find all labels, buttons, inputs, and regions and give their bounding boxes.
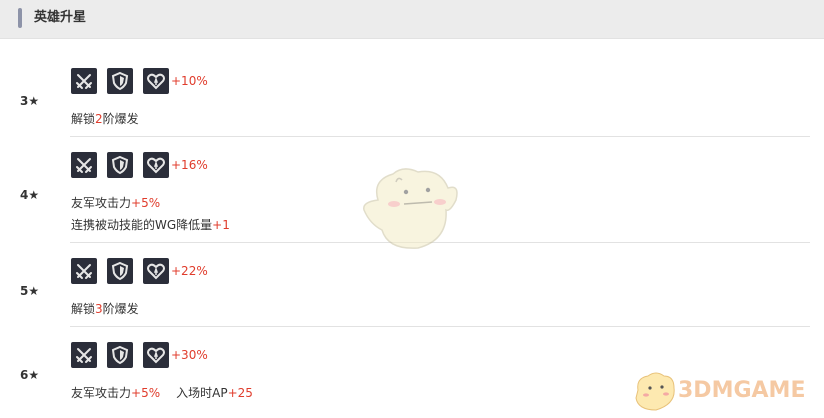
- watermark-mascot-icon: [635, 372, 675, 411]
- shield-icon: [107, 152, 133, 178]
- heart-icon: [143, 152, 169, 178]
- heart-icon: [143, 342, 169, 368]
- star-level-label: 3★: [20, 94, 40, 108]
- crossed-swords-icon: [71, 258, 97, 284]
- section-header: 英雄升星: [0, 0, 824, 39]
- star-level-label: 5★: [20, 284, 40, 298]
- description-line: 连携被动技能的WG降低量+1: [71, 218, 230, 232]
- stat-bonus: +30%: [171, 348, 208, 362]
- stat-bonus: +16%: [171, 158, 208, 172]
- shield-icon: [107, 342, 133, 368]
- shield-icon: [107, 68, 133, 94]
- stat-icons: +30%: [71, 342, 208, 368]
- row-divider: [70, 136, 810, 137]
- crossed-swords-icon: [71, 342, 97, 368]
- description-line: 友军攻击力+5%: [71, 196, 161, 210]
- heart-icon: [143, 68, 169, 94]
- description-line: 解锁3阶爆发: [71, 302, 139, 316]
- heart-icon: [143, 258, 169, 284]
- shield-icon: [107, 258, 133, 284]
- crossed-swords-icon: [71, 68, 97, 94]
- stat-icons: +16%: [71, 152, 208, 178]
- stat-icons: +10%: [71, 68, 208, 94]
- stat-icons: +22%: [71, 258, 208, 284]
- description-line: 解锁2阶爆发: [71, 112, 139, 126]
- site-watermark: 3DMGAME: [630, 368, 820, 414]
- star-level-label: 6★: [20, 368, 40, 382]
- watermark-text: 3DMGAME: [678, 378, 806, 403]
- row-divider: [70, 326, 810, 327]
- header-accent-bar: [18, 8, 22, 28]
- stat-bonus: +22%: [171, 264, 208, 278]
- section-title: 英雄升星: [34, 10, 87, 25]
- description-line: 友军攻击力+5% 入场时AP+25: [71, 386, 253, 400]
- mascot-watermark-icon: [358, 160, 468, 264]
- crossed-swords-icon: [71, 152, 97, 178]
- stat-bonus: +10%: [171, 74, 208, 88]
- star-level-label: 4★: [20, 188, 40, 202]
